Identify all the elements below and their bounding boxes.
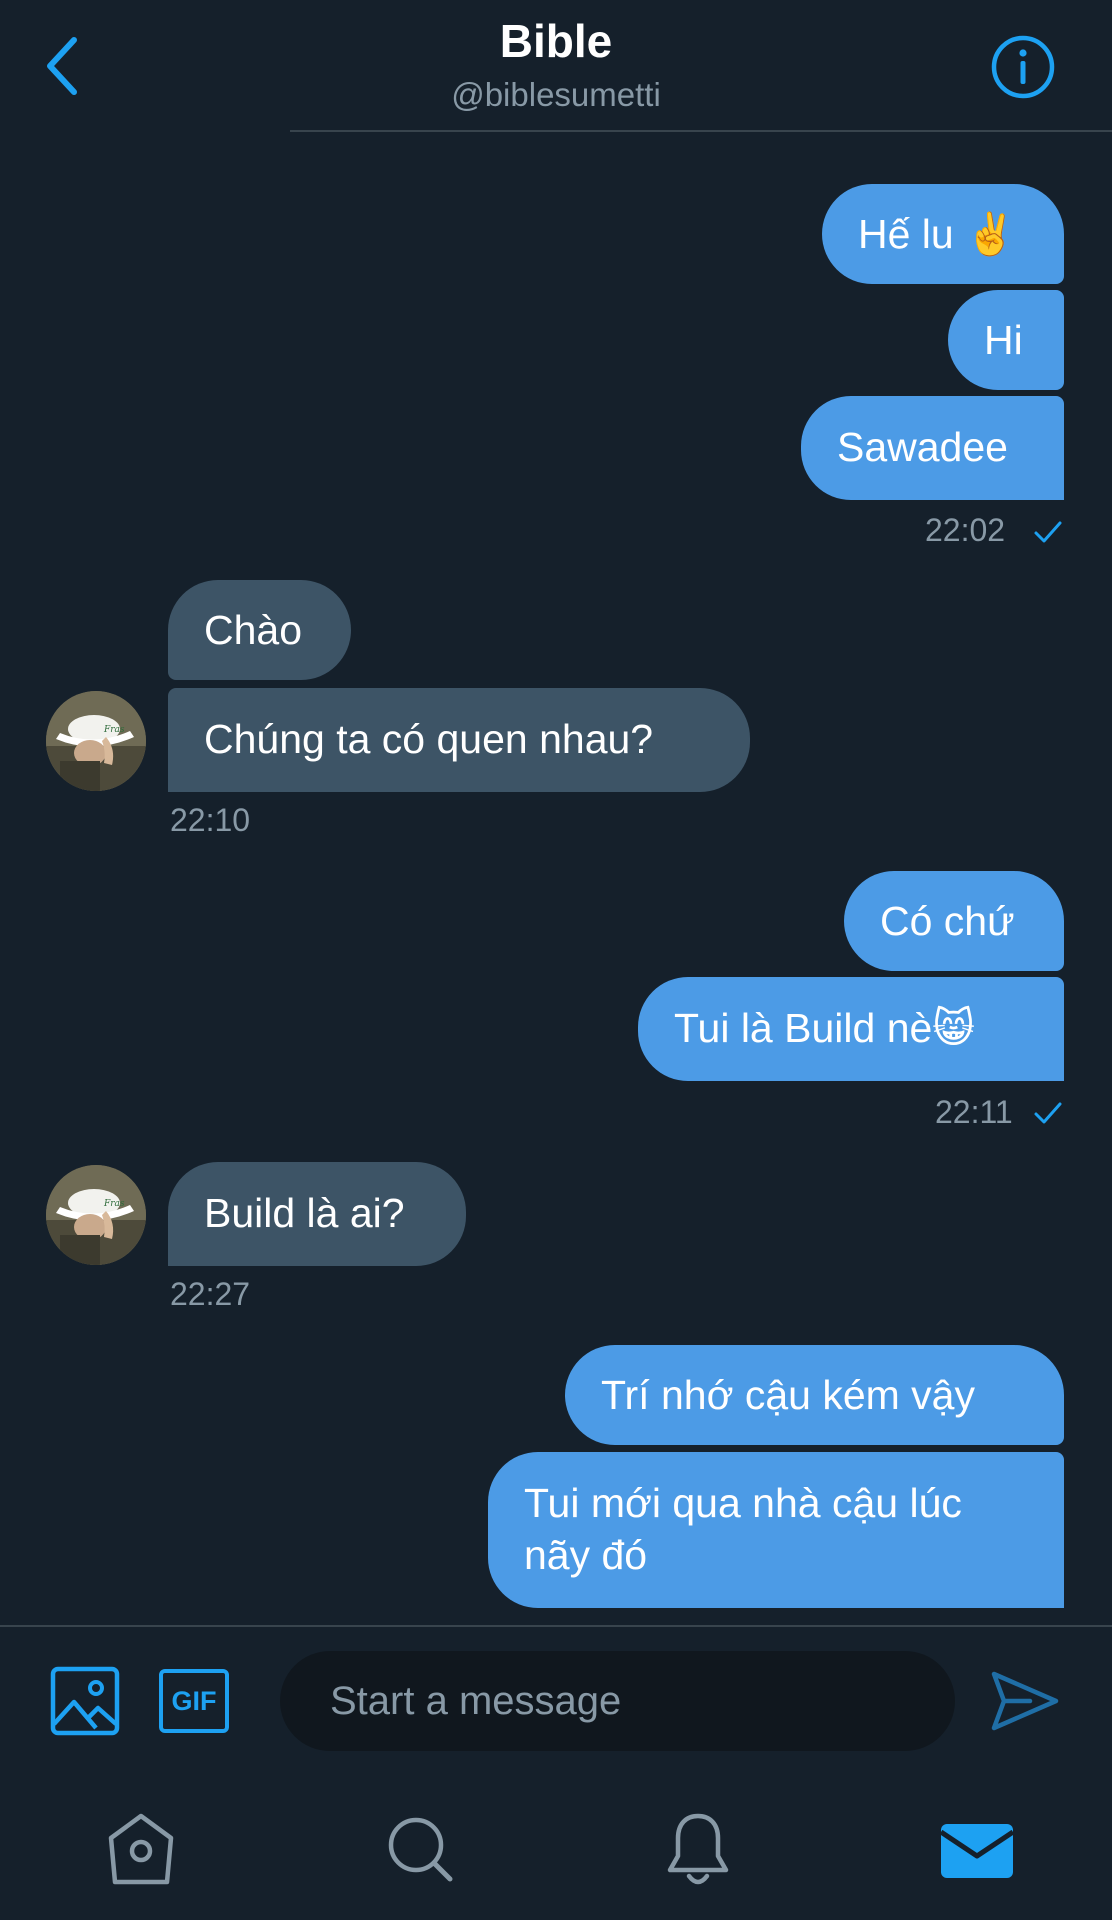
outgoing-message[interactable]: Tui là Build nè😸 <box>638 977 1064 1081</box>
outgoing-message[interactable]: Hế lu ✌️ <box>822 184 1064 284</box>
image-icon[interactable] <box>50 1666 120 1736</box>
read-receipt-check-icon <box>1034 1102 1062 1124</box>
send-icon[interactable] <box>990 1666 1060 1736</box>
message-timestamp: 22:10 <box>170 802 251 838</box>
message-line: Tui mới qua nhà cậu lúc <box>524 1480 962 1526</box>
conversation-header: Bible @biblesumetti <box>0 0 1112 132</box>
read-receipt-check-icon <box>1034 521 1062 543</box>
avatar-photo: Fras <box>46 1165 146 1265</box>
message-line: nãy đó <box>524 1532 648 1578</box>
message-timestamp: 22:02 <box>925 512 1006 548</box>
envelope-icon[interactable] <box>937 1810 1017 1890</box>
conversation-handle: @biblesumetti <box>451 76 661 113</box>
message-input[interactable] <box>280 1651 955 1751</box>
incoming-message[interactable]: Chào <box>168 580 351 680</box>
svg-text:Fras: Fras <box>103 1199 125 1209</box>
incoming-message[interactable]: Chúng ta có quen nhau? <box>168 688 750 792</box>
contact-avatar[interactable]: Fras <box>46 1165 146 1265</box>
home-icon[interactable] <box>101 1810 181 1890</box>
conversation-title[interactable]: Bible <box>0 14 1112 68</box>
contact-avatar[interactable]: Fras <box>46 691 146 791</box>
gif-button[interactable]: GIF <box>159 1669 229 1733</box>
search-icon[interactable] <box>380 1810 460 1890</box>
incoming-message[interactable]: Build là ai? <box>168 1162 466 1266</box>
outgoing-message[interactable]: Tui mới qua nhà cậu lúc nãy đó <box>488 1452 1064 1608</box>
avatar-photo: Fras <box>46 691 146 791</box>
svg-text:Fras: Fras <box>103 725 125 735</box>
bell-icon[interactable] <box>658 1810 738 1890</box>
outgoing-message[interactable]: Hi <box>948 290 1064 390</box>
composer-divider <box>0 1625 1112 1627</box>
gif-label: GIF <box>171 1686 217 1716</box>
message-timestamp: 22:27 <box>170 1276 251 1312</box>
outgoing-message[interactable]: Có chứ <box>844 871 1064 971</box>
outgoing-message[interactable]: Trí nhớ cậu kém vậy <box>565 1345 1064 1445</box>
message-timestamp: 22:11 <box>935 1094 1013 1130</box>
info-icon[interactable] <box>990 34 1056 100</box>
header-divider <box>290 130 1112 132</box>
outgoing-message[interactable]: Sawadee <box>801 396 1064 500</box>
dm-conversation-screen: Bible @biblesumetti Hế lu ✌️ Hi Sawadee … <box>0 0 1112 1920</box>
